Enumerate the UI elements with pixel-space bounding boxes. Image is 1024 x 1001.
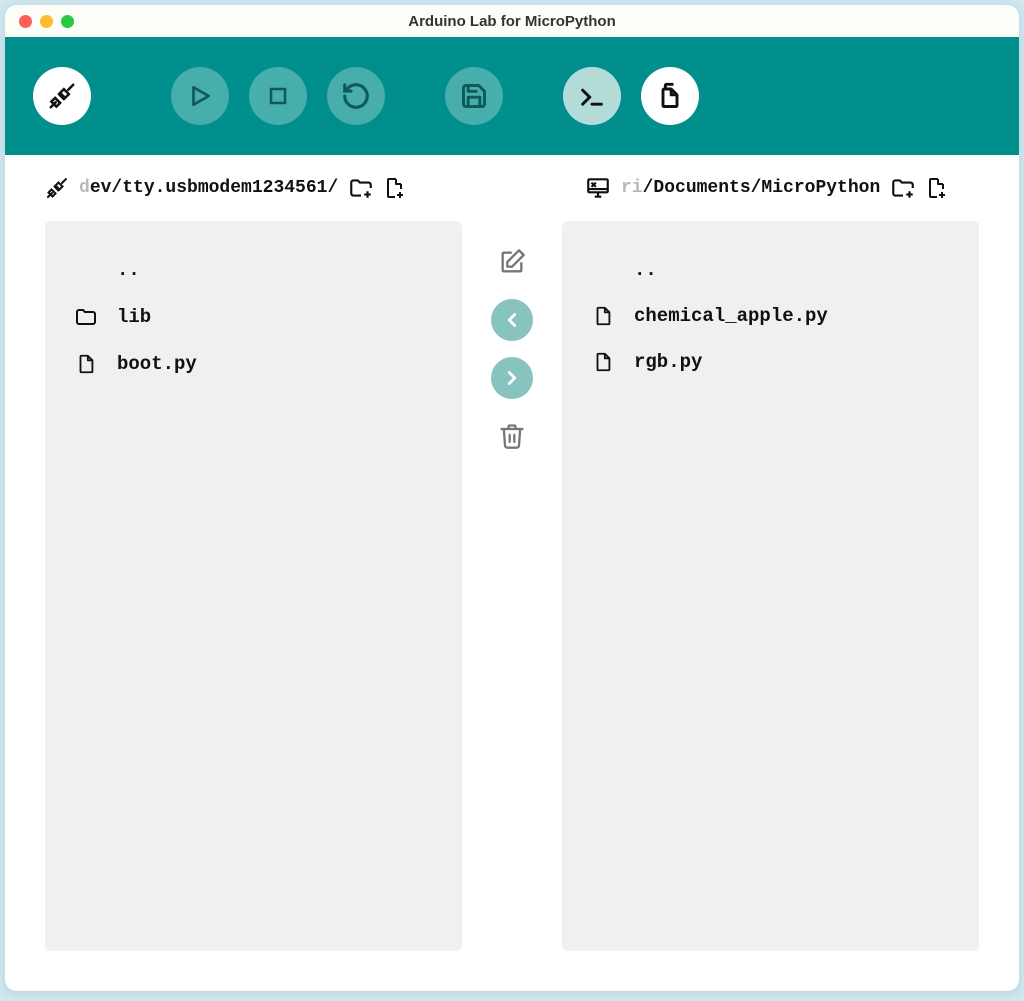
new-folder-icon — [890, 175, 916, 201]
plug-small-icon — [45, 176, 69, 200]
close-button[interactable] — [19, 15, 32, 28]
stop-icon — [266, 84, 290, 108]
edit-icon — [498, 248, 526, 276]
trash-icon — [498, 422, 526, 450]
transfer-column — [462, 221, 562, 951]
local-pane: .. chemical_apple.py rgb.py — [562, 221, 979, 951]
local-path: ri/Documents/MicroPython — [621, 178, 880, 198]
files-button[interactable] — [641, 67, 699, 125]
paths-row: dev/tty.usbmodem1234561/ — [5, 155, 1019, 211]
stop-button[interactable] — [249, 67, 307, 125]
files-icon — [656, 82, 684, 110]
monitor-icon — [585, 175, 611, 201]
reset-button[interactable] — [327, 67, 385, 125]
save-icon — [460, 82, 488, 110]
file-icon — [590, 351, 616, 373]
window-title: Arduino Lab for MicroPython — [5, 13, 1019, 30]
chevron-right-icon — [501, 367, 523, 389]
save-button[interactable] — [445, 67, 503, 125]
device-path: dev/tty.usbmodem1234561/ — [79, 178, 338, 198]
file-name: rgb.py — [634, 351, 702, 373]
terminal-button[interactable] — [563, 67, 621, 125]
connect-button[interactable] — [33, 67, 91, 125]
file-row[interactable]: chemical_apple.py — [590, 293, 951, 339]
new-file-icon — [382, 176, 406, 200]
local-path-block: ri/Documents/MicroPython — [585, 175, 979, 201]
edit-button[interactable] — [491, 241, 533, 283]
file-name: .. — [117, 259, 140, 281]
toolbar — [5, 37, 1019, 155]
panes: .. lib boot.py — [5, 211, 1019, 991]
new-folder-icon — [348, 175, 374, 201]
file-row[interactable]: rgb.py — [590, 339, 951, 385]
file-row[interactable]: .. — [73, 247, 434, 293]
terminal-icon — [578, 82, 606, 110]
new-folder-button[interactable] — [348, 175, 374, 201]
new-folder-button-local[interactable] — [890, 175, 916, 201]
device-path-block: dev/tty.usbmodem1234561/ — [45, 175, 485, 201]
refresh-icon — [341, 81, 371, 111]
file-name: .. — [634, 259, 657, 281]
app-window: Arduino Lab for MicroPython — [5, 5, 1019, 991]
file-row[interactable]: lib — [73, 293, 434, 341]
file-name: lib — [117, 306, 151, 328]
file-name: chemical_apple.py — [634, 305, 828, 327]
folder-icon — [73, 305, 99, 329]
new-file-icon — [924, 176, 948, 200]
chevron-left-icon — [501, 309, 523, 331]
maximize-button[interactable] — [61, 15, 74, 28]
transfer-left-button[interactable] — [491, 299, 533, 341]
new-file-button[interactable] — [382, 176, 406, 200]
content: dev/tty.usbmodem1234561/ — [5, 155, 1019, 991]
delete-button[interactable] — [491, 415, 533, 457]
plug-icon — [47, 81, 77, 111]
file-icon — [590, 305, 616, 327]
file-icon — [73, 353, 99, 375]
minimize-button[interactable] — [40, 15, 53, 28]
device-pane: .. lib boot.py — [45, 221, 462, 951]
run-button[interactable] — [171, 67, 229, 125]
play-icon — [187, 83, 213, 109]
titlebar: Arduino Lab for MicroPython — [5, 5, 1019, 37]
file-name: boot.py — [117, 353, 197, 375]
new-file-button-local[interactable] — [924, 176, 948, 200]
traffic-lights — [5, 15, 74, 28]
device-path-actions — [348, 175, 406, 201]
file-row[interactable]: .. — [590, 247, 951, 293]
local-path-actions — [890, 175, 948, 201]
transfer-right-button[interactable] — [491, 357, 533, 399]
file-row[interactable]: boot.py — [73, 341, 434, 387]
